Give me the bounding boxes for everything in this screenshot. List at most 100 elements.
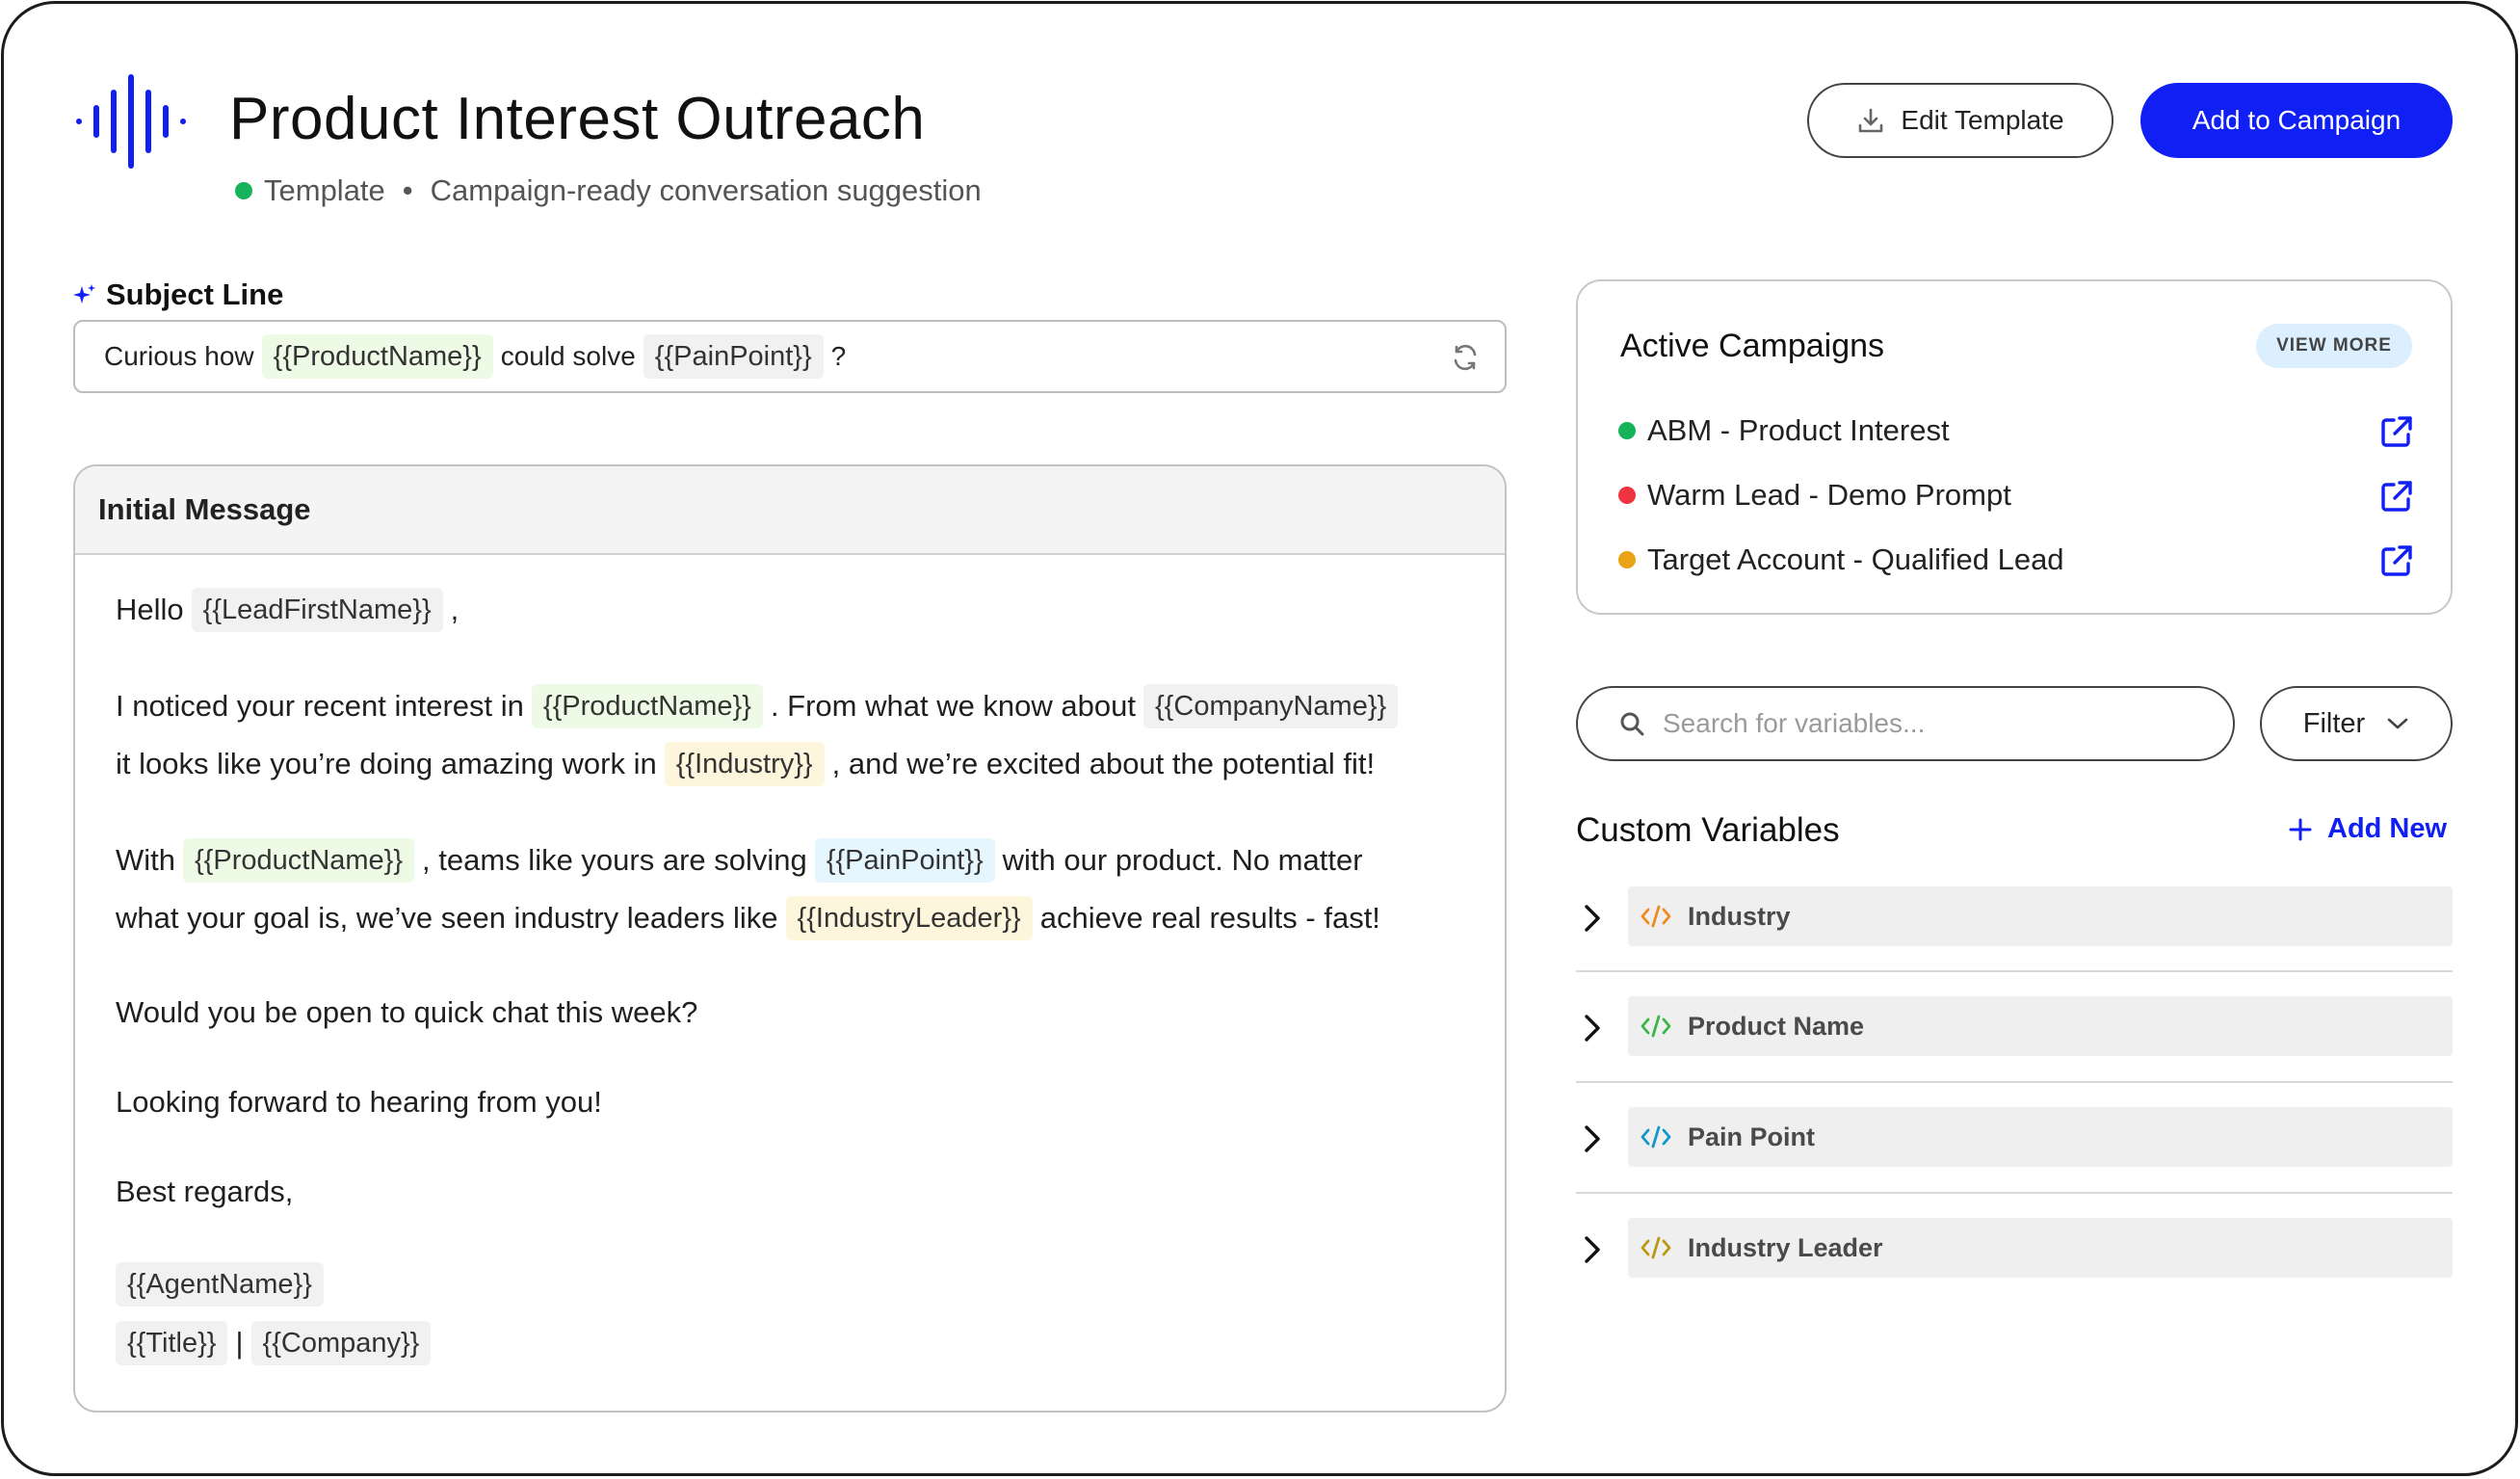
variable-item-industry[interactable]: Industry <box>1628 886 2453 946</box>
signature-separator: | <box>235 1326 244 1360</box>
variable-row: Product Name <box>1576 996 2453 1060</box>
code-icon <box>1641 905 1671 928</box>
campaign-label: ABM - Product Interest <box>1647 413 1950 447</box>
message-line: what your goal is, we’ve seen industry l… <box>116 894 1380 942</box>
variable-label: Pain Point <box>1688 1122 1816 1151</box>
variable-label: Industry Leader <box>1688 1232 1883 1262</box>
status-label: Template <box>264 173 385 207</box>
template-meta: Template • Campaign-ready conversation s… <box>235 172 982 210</box>
campaign-label: Target Account - Qualified Lead <box>1647 542 2064 576</box>
variable-chip-painpoint[interactable]: {{PainPoint}} <box>643 334 824 379</box>
custom-variables-title: Custom Variables <box>1576 811 1840 849</box>
subject-line-label: Subject Line <box>73 277 283 312</box>
message-text: it looks like you’re doing amazing work … <box>116 747 657 780</box>
campaign-item[interactable]: ABM - Product Interest <box>1618 407 2414 455</box>
search-input[interactable] <box>1663 708 2202 739</box>
divider <box>1576 1081 2453 1083</box>
filter-label: Filter <box>2302 707 2366 739</box>
soundwave-logo-icon <box>76 74 186 169</box>
variable-label: Product Name <box>1688 1011 1865 1041</box>
variable-chip-industry[interactable]: {{Industry}} <box>664 742 825 786</box>
variable-label: Industry <box>1688 901 1791 931</box>
message-text: , and we’re excited about the potential … <box>831 747 1376 780</box>
variable-item-industry-leader[interactable]: Industry Leader <box>1628 1218 2453 1278</box>
status-dot <box>235 182 252 199</box>
message-text: I noticed your recent interest in <box>116 689 524 723</box>
filter-button[interactable]: Filter <box>2260 686 2453 761</box>
separator: • <box>402 173 413 207</box>
message-text: , <box>450 593 459 626</box>
variable-row: Pain Point <box>1576 1107 2453 1171</box>
chevron-right-icon[interactable] <box>1576 1012 1609 1044</box>
edit-template-label: Edit Template <box>1901 105 2064 135</box>
edit-template-button[interactable]: Edit Template <box>1807 83 2113 158</box>
variable-chip-productname[interactable]: {{ProductName}} <box>531 684 763 728</box>
download-icon <box>1859 108 1883 133</box>
variable-chip-industryleader[interactable]: {{IndustryLeader}} <box>785 896 1033 940</box>
add-to-campaign-button[interactable]: Add to Campaign <box>2140 83 2453 158</box>
campaign-status-dot <box>1618 487 1636 504</box>
variable-chip-companyname[interactable]: {{CompanyName}} <box>1143 684 1399 728</box>
variable-chip-company[interactable]: {{Company}} <box>250 1321 432 1365</box>
message-line: With {{ProductName}} , teams like yours … <box>116 836 1363 885</box>
message-line: Would you be open to quick chat this wee… <box>116 995 698 1029</box>
chevron-right-icon[interactable] <box>1576 902 1609 935</box>
variable-item-pain-point[interactable]: Pain Point <box>1628 1107 2453 1167</box>
message-text: , teams like yours are solving <box>422 843 807 877</box>
variable-chip-painpoint[interactable]: {{PainPoint}} <box>814 838 995 883</box>
message-text: . From what we know about <box>770 689 1136 723</box>
message-line: Best regards, <box>116 1175 294 1208</box>
message-line: it looks like you’re doing amazing work … <box>116 740 1375 788</box>
active-campaigns-title: Active Campaigns <box>1620 328 1885 364</box>
template-description: Campaign-ready conversation suggestion <box>430 173 982 207</box>
code-icon <box>1641 1125 1671 1149</box>
variable-chip-productname[interactable]: {{ProductName}} <box>183 838 415 883</box>
variable-item-product-name[interactable]: Product Name <box>1628 996 2453 1056</box>
variable-row: Industry <box>1576 886 2453 950</box>
external-link-icon[interactable] <box>2379 479 2414 514</box>
message-line: I noticed your recent interest in {{Prod… <box>116 682 1405 730</box>
chevron-right-icon[interactable] <box>1576 1233 1609 1266</box>
plus-icon <box>2289 818 2312 840</box>
subject-text: could solve <box>500 341 636 371</box>
chevron-down-icon <box>2387 718 2408 729</box>
external-link-icon[interactable] <box>2379 414 2414 449</box>
code-icon <box>1641 1236 1671 1259</box>
search-icon <box>1620 712 1644 736</box>
message-line: Hello {{LeadFirstName}} , <box>116 586 459 634</box>
chevron-right-icon[interactable] <box>1576 1122 1609 1155</box>
code-icon <box>1641 1015 1671 1038</box>
message-text: with our product. No matter <box>1002 843 1363 877</box>
subject-line-title: Subject Line <box>106 277 284 311</box>
page-title: Product Interest Outreach <box>229 86 926 152</box>
message-text: Hello <box>116 593 184 626</box>
view-more-button[interactable]: VIEW MORE <box>2256 324 2412 368</box>
variable-search[interactable] <box>1576 686 2235 761</box>
message-text: With <box>116 843 175 877</box>
message-line: {{Title}} | {{Company}} <box>108 1319 438 1367</box>
message-line: {{AgentName}} <box>108 1260 331 1308</box>
variable-chip-agentname[interactable]: {{AgentName}} <box>116 1262 324 1307</box>
campaign-status-dot <box>1618 422 1636 439</box>
active-campaigns-card: Active Campaigns VIEW MORE ABM - Product… <box>1576 279 2453 615</box>
subject-line-input[interactable]: Curious how {{ProductName}} could solve … <box>73 320 1507 393</box>
campaign-item[interactable]: Target Account - Qualified Lead <box>1618 536 2414 584</box>
add-new-variable-button[interactable]: Add New <box>2289 813 2447 845</box>
divider <box>1576 1192 2453 1194</box>
variable-chip-leadfirstname[interactable]: {{LeadFirstName}} <box>191 588 443 632</box>
campaign-status-dot <box>1618 551 1636 568</box>
message-text: achieve real results - fast! <box>1039 901 1380 935</box>
variable-row: Industry Leader <box>1576 1218 2453 1281</box>
refresh-icon[interactable] <box>1451 343 1480 372</box>
initial-message-header: Initial Message <box>75 466 1505 555</box>
variable-chip-productname[interactable]: {{ProductName}} <box>261 334 493 379</box>
variable-chip-title[interactable]: {{Title}} <box>116 1321 228 1365</box>
campaign-label: Warm Lead - Demo Prompt <box>1647 478 2011 512</box>
add-new-label: Add New <box>2327 813 2448 844</box>
divider <box>1576 970 2453 972</box>
subject-text: Curious how <box>104 341 254 371</box>
initial-message-card: Initial Message Hello {{LeadFirstName}} … <box>73 464 1507 1413</box>
subject-text: ? <box>830 341 847 371</box>
external-link-icon[interactable] <box>2379 543 2414 578</box>
campaign-item[interactable]: Warm Lead - Demo Prompt <box>1618 471 2414 519</box>
